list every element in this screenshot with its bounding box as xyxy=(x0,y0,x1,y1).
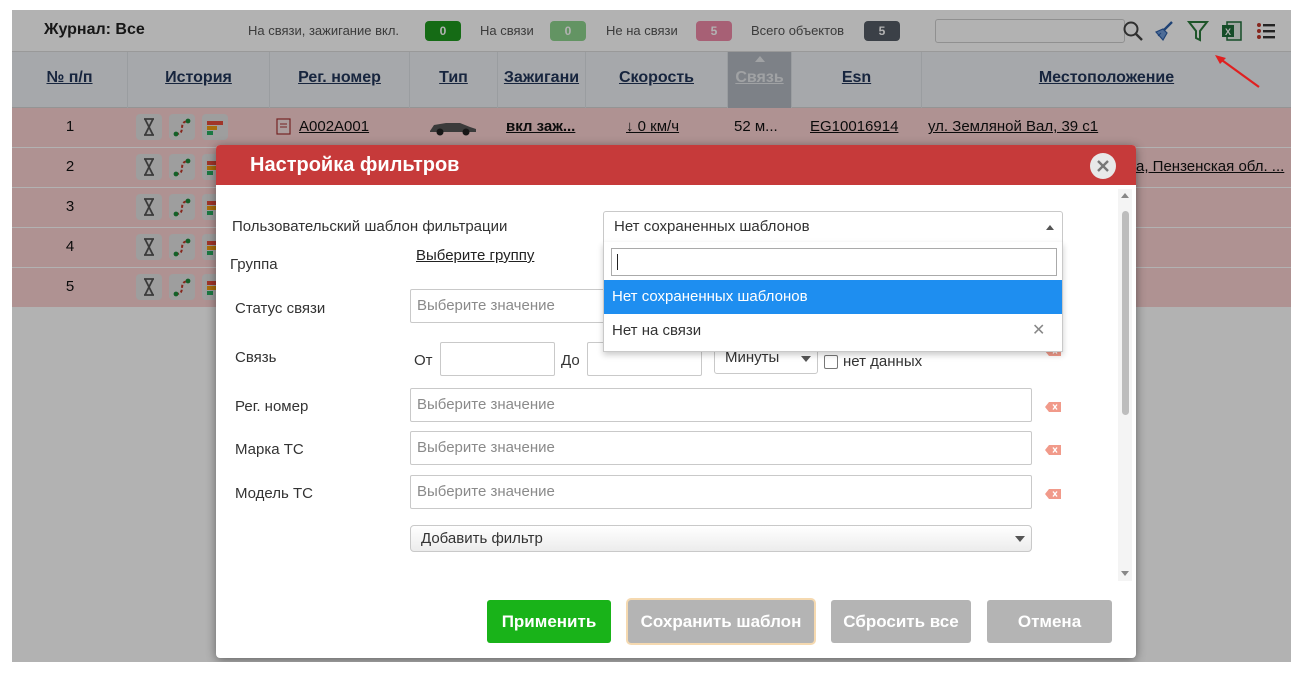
apply-button[interactable]: Применить xyxy=(487,600,611,643)
reg-label: Рег. номер xyxy=(235,398,309,415)
status-label: Статус связи xyxy=(235,300,326,317)
modal-header: Настройка фильтров xyxy=(216,145,1136,185)
cancel-button[interactable]: Отмена xyxy=(987,600,1112,643)
from-input[interactable] xyxy=(440,342,555,376)
reg-select[interactable]: Выберите значение xyxy=(410,388,1032,422)
filter-settings-modal: Настройка фильтров Пользовательский шабл… xyxy=(216,145,1136,658)
brand-label: Марка ТС xyxy=(235,441,304,458)
model-select[interactable]: Выберите значение xyxy=(410,475,1032,509)
link-label: Связь xyxy=(235,349,277,366)
template-dropdown: Нет сохраненных шаблонов Нет на связи ✕ xyxy=(603,242,1063,352)
template-option[interactable]: Нет на связи ✕ xyxy=(604,314,1062,348)
scroll-up-icon[interactable] xyxy=(1121,193,1129,198)
template-option[interactable]: Нет сохраненных шаблонов xyxy=(604,280,1062,314)
remove-template-icon[interactable]: ✕ xyxy=(1032,314,1045,348)
reset-all-button[interactable]: Сбросить все xyxy=(831,600,971,643)
select-group-link[interactable]: Выберите группу xyxy=(416,247,534,264)
modal-title: Настройка фильтров xyxy=(250,154,460,176)
close-icon[interactable] xyxy=(1090,153,1116,179)
app-frame: Журнал: Все На связи, зажигание вкл. 0 Н… xyxy=(12,10,1291,662)
template-option-label: Нет на связи xyxy=(612,322,702,339)
clear-model-icon[interactable] xyxy=(1044,487,1062,499)
model-label: Модель ТС xyxy=(235,485,314,502)
template-label: Пользовательский шаблон фильтрации xyxy=(232,218,508,235)
no-data-label: нет данных xyxy=(843,353,923,370)
add-filter-label: Добавить фильтр xyxy=(421,530,543,547)
chevron-down-icon xyxy=(1015,536,1025,542)
add-filter-select[interactable]: Добавить фильтр xyxy=(410,525,1032,552)
text-cursor xyxy=(617,254,618,270)
clear-reg-icon[interactable] xyxy=(1044,400,1062,412)
template-select[interactable]: Нет сохраненных шаблонов xyxy=(603,211,1063,243)
modal-scrollbar[interactable] xyxy=(1118,189,1132,581)
template-select-value: Нет сохраненных шаблонов xyxy=(614,218,810,235)
save-template-button[interactable]: Сохранить шаблон xyxy=(628,600,814,643)
chevron-up-icon xyxy=(1046,225,1054,230)
to-label: До xyxy=(561,352,580,369)
template-option-label: Нет сохраненных шаблонов xyxy=(612,288,808,305)
brand-select[interactable]: Выберите значение xyxy=(410,431,1032,465)
no-data-checkbox[interactable] xyxy=(824,355,838,369)
clear-brand-icon[interactable] xyxy=(1044,443,1062,455)
scroll-down-icon[interactable] xyxy=(1121,571,1129,576)
template-search-input[interactable] xyxy=(611,248,1057,276)
chevron-down-icon xyxy=(801,356,811,362)
status-select[interactable]: Выберите значение xyxy=(410,289,610,323)
from-label: От xyxy=(414,352,433,369)
group-label: Группа xyxy=(230,256,278,273)
scrollbar-thumb[interactable] xyxy=(1122,211,1129,415)
annotation-arrow-icon xyxy=(1215,55,1260,88)
